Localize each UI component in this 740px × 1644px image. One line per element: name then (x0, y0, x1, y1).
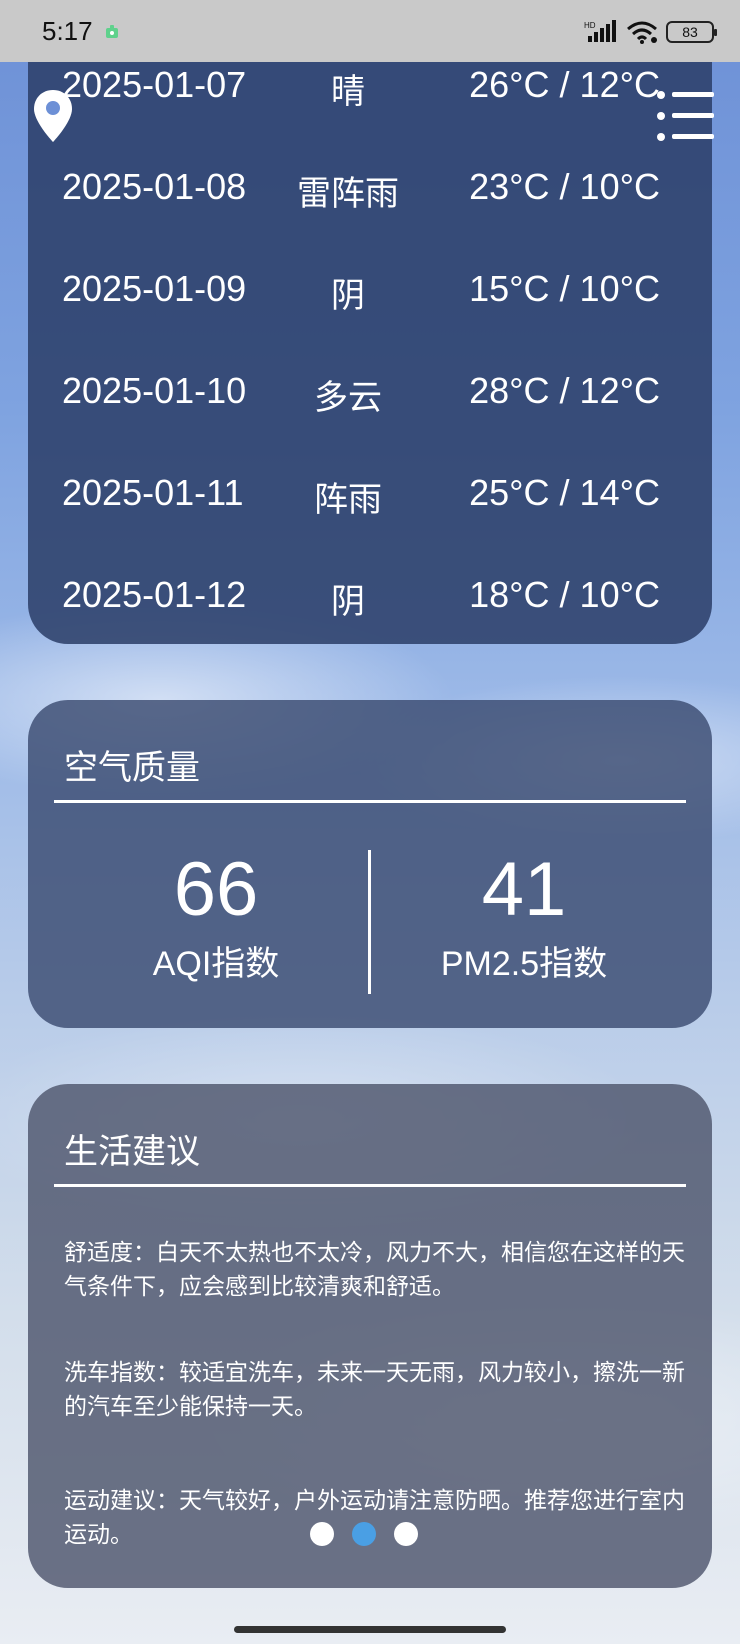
forecast-temperature: 18°C / 10°C (469, 574, 660, 615)
app-notification-icon (106, 25, 118, 38)
comfort-advice: 舒适度：白天不太热也不太冷，风力不大，相信您在这样的天气条件下，应会感到比较清爽… (64, 1240, 685, 1300)
pm25-label: PM2.5指数 (440, 945, 608, 983)
divider (54, 800, 686, 803)
page-dot-active[interactable] (352, 1522, 376, 1546)
divider (54, 1184, 686, 1187)
cellular-signal-icon: HD (584, 20, 616, 42)
location-pin-icon[interactable] (32, 88, 74, 144)
forecast-row: 2025-01-09 阴 15°C / 10°C (28, 260, 712, 320)
pm25-block: 41 PM2.5指数 (374, 850, 674, 985)
forecast-condition: 雷阵雨 (297, 174, 399, 214)
forecast-temperature: 25°C / 14°C (469, 472, 660, 513)
vertical-divider (368, 850, 371, 994)
forecast-condition: 阴 (331, 276, 365, 316)
forecast-condition: 阴 (331, 582, 365, 622)
aqi-value: 66 (173, 847, 259, 932)
forecast-temperature: 23°C / 10°C (469, 166, 660, 207)
status-bar: 5:17 HD 83 (0, 0, 740, 62)
air-quality-card: 空气质量 66 AQI指数 41 PM2.5指数 (28, 700, 712, 1028)
battery-indicator: 83 (666, 21, 717, 43)
forecast-date: 2025-01-10 (62, 370, 247, 411)
forecast-date: 2025-01-09 (62, 268, 247, 309)
forecast-temperature: 28°C / 12°C (469, 370, 660, 411)
forecast-date: 2025-01-11 (62, 472, 244, 513)
page-indicator (310, 1522, 418, 1546)
forecast-date: 2025-01-08 (62, 166, 247, 207)
forecast-condition: 多云 (314, 378, 382, 418)
forecast-condition: 晴 (331, 72, 365, 112)
air-quality-title: 空气质量 (64, 748, 200, 788)
status-time: 5:17 (42, 16, 93, 46)
status-indicators: HD 83 (584, 18, 717, 46)
menu-list-icon[interactable] (656, 90, 716, 142)
forecast-condition: 阵雨 (314, 480, 382, 520)
pm25-value: 41 (481, 847, 567, 932)
page-dot[interactable] (394, 1522, 418, 1546)
forecast-row: 2025-01-07 晴 26°C / 12°C (28, 56, 712, 116)
forecast-card: 2025-01-07 晴 26°C / 12°C 2025-01-08 雷阵雨 … (28, 0, 712, 644)
home-indicator[interactable] (234, 1626, 506, 1633)
car-wash-advice: 洗车指数：较适宜洗车，未来一天无雨，风力较小，擦洗一新的汽车至少能保持一天。 (64, 1360, 685, 1420)
forecast-row: 2025-01-12 阴 18°C / 10°C (28, 566, 712, 626)
forecast-date: 2025-01-07 (62, 64, 247, 105)
forecast-temperature: 15°C / 10°C (469, 268, 660, 309)
svg-text:HD: HD (584, 21, 596, 30)
life-advice-card: 生活建议 舒适度：白天不太热也不太冷，风力不大，相信您在这样的天气条件下，应会感… (28, 1084, 712, 1588)
forecast-row: 2025-01-08 雷阵雨 23°C / 10°C (28, 158, 712, 218)
aqi-label: AQI指数 (152, 945, 280, 983)
forecast-row: 2025-01-11 阵雨 25°C / 14°C (28, 464, 712, 524)
forecast-temperature: 26°C / 12°C (469, 64, 660, 105)
forecast-row: 2025-01-10 多云 28°C / 12°C (28, 362, 712, 422)
wifi-icon (627, 21, 657, 44)
page-dot[interactable] (310, 1522, 334, 1546)
forecast-date: 2025-01-12 (62, 574, 247, 615)
aqi-block: 66 AQI指数 (66, 850, 366, 985)
life-advice-title: 生活建议 (64, 1132, 200, 1172)
